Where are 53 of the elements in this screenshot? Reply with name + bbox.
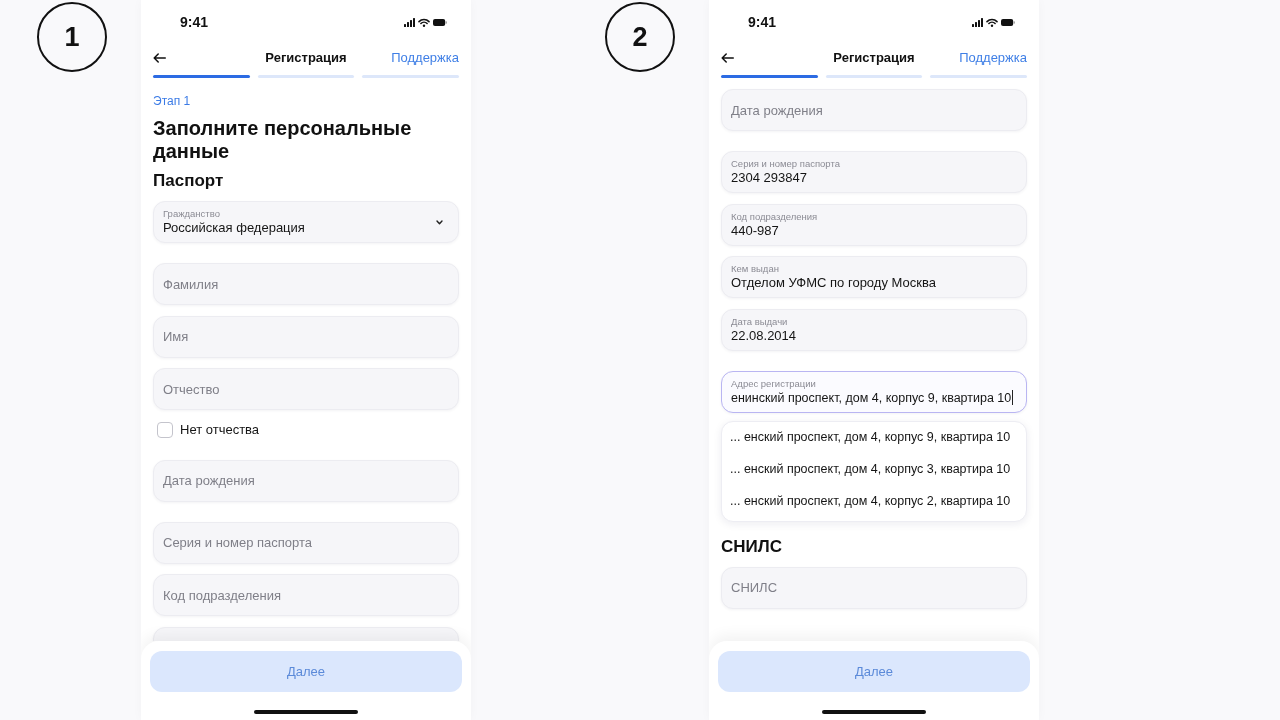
checkbox[interactable] <box>157 421 173 438</box>
chevron-down-icon <box>436 219 443 225</box>
section-title: СНИЛС <box>721 535 783 558</box>
input-field[interactable]: Код подразделения <box>153 574 459 616</box>
support-link[interactable]: Поддержка <box>959 48 1027 68</box>
field-label: Код подразделения <box>731 210 819 223</box>
signal-icon <box>404 17 415 27</box>
field-label: Адрес регистрации <box>731 377 817 390</box>
input-field[interactable]: Имя <box>153 315 459 358</box>
wifi-icon <box>418 17 430 27</box>
battery-icon <box>433 18 447 26</box>
field-value: 22.08.2014 <box>731 327 797 344</box>
input-field[interactable]: Адрес регистрации енинский проспект, дом 4, корпус 9, квартира 10 <box>721 370 1027 413</box>
input-field[interactable]: Дата рождения <box>153 459 459 502</box>
input-field[interactable]: СНИЛС <box>721 566 1027 609</box>
input-field[interactable]: Дата рождения <box>721 89 1027 131</box>
text-cursor <box>1012 390 1014 405</box>
suggestion-item[interactable]: ... енский проспект, дом 4, корпус 2, квартира 10 <box>722 485 1026 518</box>
support-link[interactable]: Поддержка <box>391 48 459 68</box>
input-field[interactable]: Серия и номер паспорта <box>153 521 459 564</box>
field-value: 440-987 <box>731 222 779 239</box>
section-title: Паспорт <box>153 170 225 192</box>
signal-icon <box>972 17 983 27</box>
field-value: енинский проспект, дом 4, корпус 9, квартира 10 <box>731 389 1012 406</box>
field-label: Серия и номер паспорта <box>731 158 841 170</box>
page-heading: Заполните персональные данные <box>153 117 413 163</box>
nav-title: Регистрация <box>833 49 915 68</box>
field-label: Кем выдан <box>731 263 780 275</box>
back-arrow-icon[interactable] <box>721 53 734 63</box>
step-label: Этап 1 <box>153 93 192 110</box>
input-field[interactable]: Кем выдан Отделом УФМС по городу Москва <box>721 256 1027 298</box>
suggestion-item[interactable]: ... енский проспект, дом 4, корпус 9, квартира 10 <box>722 421 1026 454</box>
input-field[interactable]: Отчество <box>153 368 459 410</box>
back-arrow-icon[interactable] <box>153 53 166 63</box>
status-time: 9:41 <box>748 12 777 32</box>
input-field[interactable]: Фамилия <box>153 263 459 305</box>
suggestion-item[interactable]: ... енский проспект, дом 4, корпус 3, квартира 10 <box>722 453 1026 486</box>
field-value: 2304 293847 <box>731 170 807 186</box>
nav-title: Регистрация <box>265 49 347 68</box>
field-value: Отделом УФМС по городу Москва <box>731 275 936 291</box>
field-value: Российская федерация <box>163 220 305 236</box>
field-label: Гражданство <box>163 208 221 220</box>
checkbox-label: Нет отчества <box>180 421 260 439</box>
input-field[interactable]: Код подразделения 440-987 <box>721 203 1027 246</box>
wifi-icon <box>986 17 998 27</box>
input-field[interactable]: Серия и номер паспорта 2304 293847 <box>721 151 1027 193</box>
field-label: Дата выдачи <box>731 315 789 328</box>
step-marker: 1 <box>37 2 107 72</box>
status-time: 9:41 <box>180 12 209 32</box>
step-marker: 2 <box>605 2 675 72</box>
input-field[interactable]: Дата выдачи 22.08.2014 <box>721 308 1027 351</box>
battery-icon <box>1001 18 1015 26</box>
select-field[interactable]: Гражданство Российская федерация <box>153 201 459 243</box>
